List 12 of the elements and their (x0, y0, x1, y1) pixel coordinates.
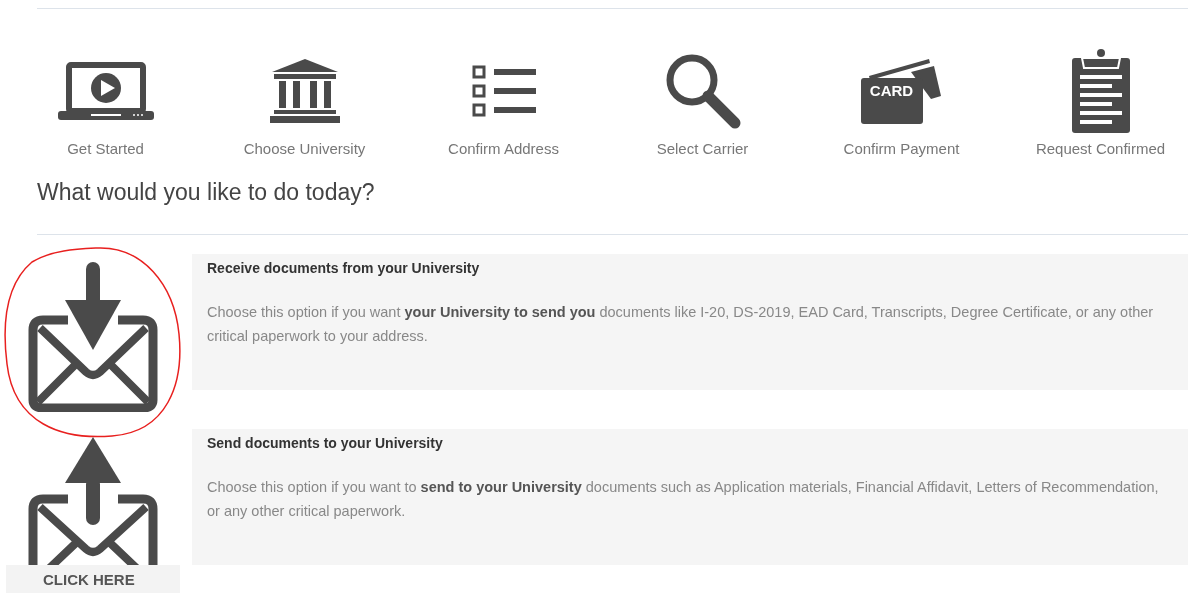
option-title: Send documents to your University (207, 435, 444, 451)
step-label: Confirm Payment (843, 140, 960, 157)
step-label: Choose University (243, 140, 366, 157)
step-label: Confirm Address (448, 140, 559, 157)
page-heading: What would you like to do today? (37, 179, 376, 206)
step-label: Select Carrier (656, 140, 749, 157)
option-description: Choose this option if you want your University to send you documents like I-20, DS-2019, EAD Card, Transcripts, Degree Certificate, or any other critical paperwork to your address. (207, 303, 1155, 346)
step-label: Get Started (67, 140, 144, 157)
click-here-button[interactable]: CLICK HERE (6, 565, 180, 593)
option-description: Choose this option if you want to send to your University documents such as Application materials, Financial Affidavit, Letters of Recommendation, or any other critical paperwork. (207, 478, 1160, 521)
option-title: Receive documents from your University (207, 260, 481, 276)
step-label: Request Confirmed (1035, 140, 1166, 157)
